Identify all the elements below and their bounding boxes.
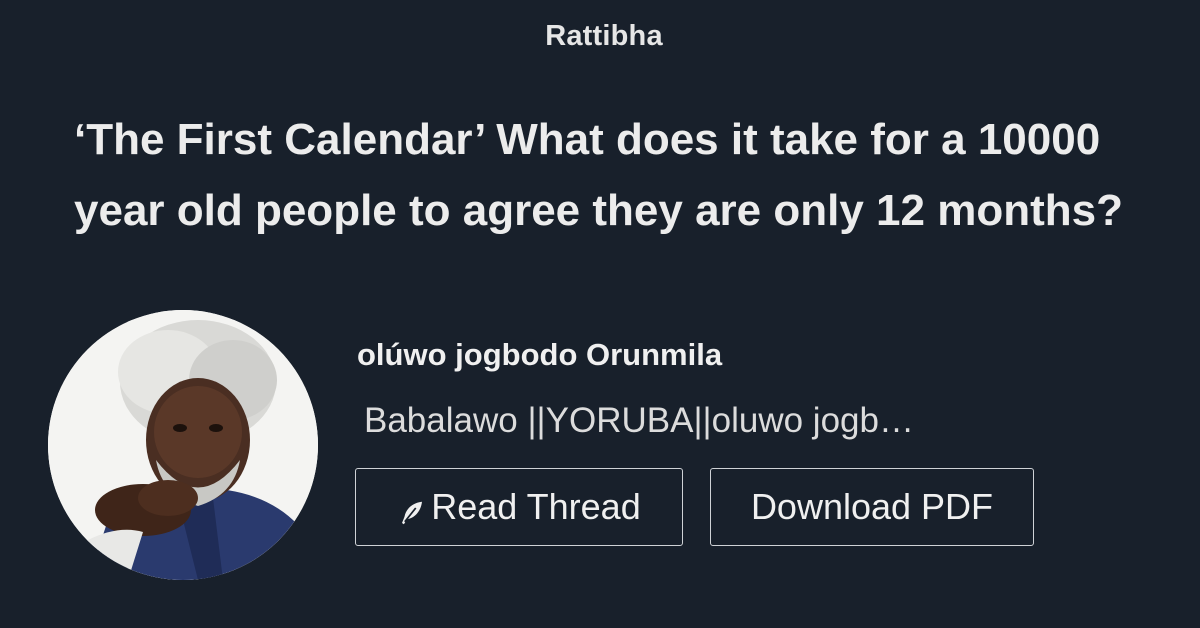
download-pdf-label: Download PDF [750, 486, 994, 527]
thread-title: ‘The First Calendar’ What does it take f… [74, 115, 1123, 235]
feather-icon [397, 495, 427, 525]
read-thread-button[interactable]: Read Thread [355, 468, 683, 546]
author-bio: Babalawo ||YORUBA||oluwo jogbodo Orunmil… [364, 401, 924, 440]
author-avatar [48, 310, 318, 580]
author-name[interactable]: olúwo jogbodo Orunmila [357, 337, 722, 373]
brand-name: Rattibha [545, 20, 663, 52]
download-pdf-button[interactable]: Download PDF [710, 468, 1034, 546]
avatar-portrait [48, 310, 318, 580]
read-thread-label: Read Thread [431, 486, 641, 527]
